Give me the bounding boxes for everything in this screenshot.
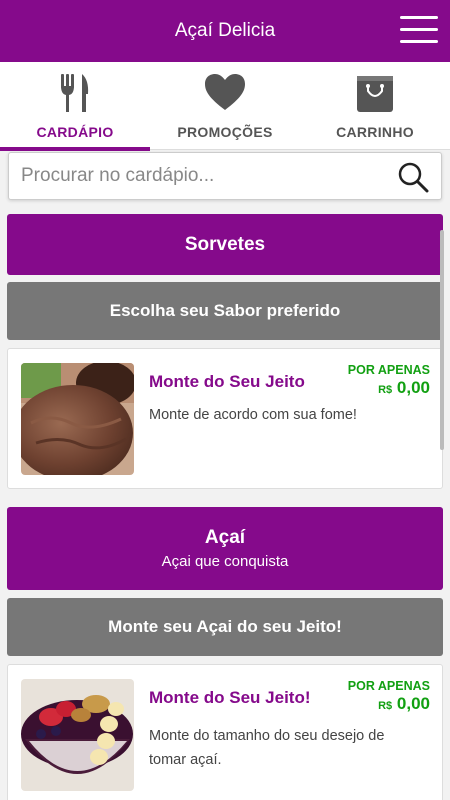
category-sorvetes[interactable]: Sorvetes (7, 214, 443, 275)
category-subtitle: Açai que conquista (161, 553, 289, 570)
acai-bowl-image (21, 679, 134, 791)
shopping-bag-icon (357, 76, 393, 112)
app-header: Açaí Delicia (0, 0, 450, 62)
category-title: Açaí (204, 527, 246, 548)
tab-promocoes[interactable]: PROMOÇÕES (150, 62, 300, 150)
tab-label: CARDÁPIO (36, 124, 114, 140)
menu-icon[interactable] (400, 16, 438, 46)
category-acai[interactable]: Açaí Açai que conquista (7, 507, 443, 590)
search-input[interactable] (21, 153, 391, 199)
product-name: Monte do Seu Jeito (149, 372, 305, 391)
price-label: POR APENAS (347, 363, 430, 377)
tab-label: PROMOÇÕES (177, 124, 273, 140)
price-value: 0,00 (396, 378, 430, 397)
tab-label: CARRINHO (336, 124, 414, 140)
chocolate-ice-cream-image (21, 363, 134, 475)
scrollbar[interactable] (440, 230, 444, 450)
product-card[interactable]: Monte do Seu Jeito Monte de acordo com s… (7, 348, 443, 489)
group-sorvetes[interactable]: Escolha seu Sabor preferido (7, 282, 443, 340)
tab-carrinho[interactable]: CARRINHO (300, 62, 450, 150)
search-icon[interactable] (397, 161, 429, 193)
tab-cardapio[interactable]: CARDÁPIO (0, 62, 150, 151)
product-name: Monte do Seu Jeito! (149, 688, 311, 707)
tab-bar: CARDÁPIO PROMOÇÕES CARRINHO (0, 62, 450, 151)
product-description: Monte de acordo com sua fome! (149, 407, 357, 423)
price-label: POR APENAS (347, 679, 430, 693)
search-box (8, 152, 442, 200)
currency-symbol: R$ (378, 700, 393, 712)
heart-icon (205, 74, 245, 110)
price-value: 0,00 (396, 694, 430, 713)
fork-knife-icon (61, 74, 89, 112)
currency-symbol: R$ (378, 384, 393, 396)
group-acai[interactable]: Monte seu Açai do seu Jeito! (7, 598, 443, 656)
product-price: R$ 0,00 (378, 378, 430, 398)
product-description: Monte do tamanho do seu desejo de tomar … (149, 728, 385, 768)
category-title: Sorvetes (184, 234, 266, 255)
tab-active-indicator (0, 147, 150, 151)
product-card[interactable]: Monte do Seu Jeito! Monte do tamanho do … (7, 664, 443, 800)
product-price: R$ 0,00 (378, 694, 430, 714)
app-title: Açaí Delicia (174, 20, 276, 41)
